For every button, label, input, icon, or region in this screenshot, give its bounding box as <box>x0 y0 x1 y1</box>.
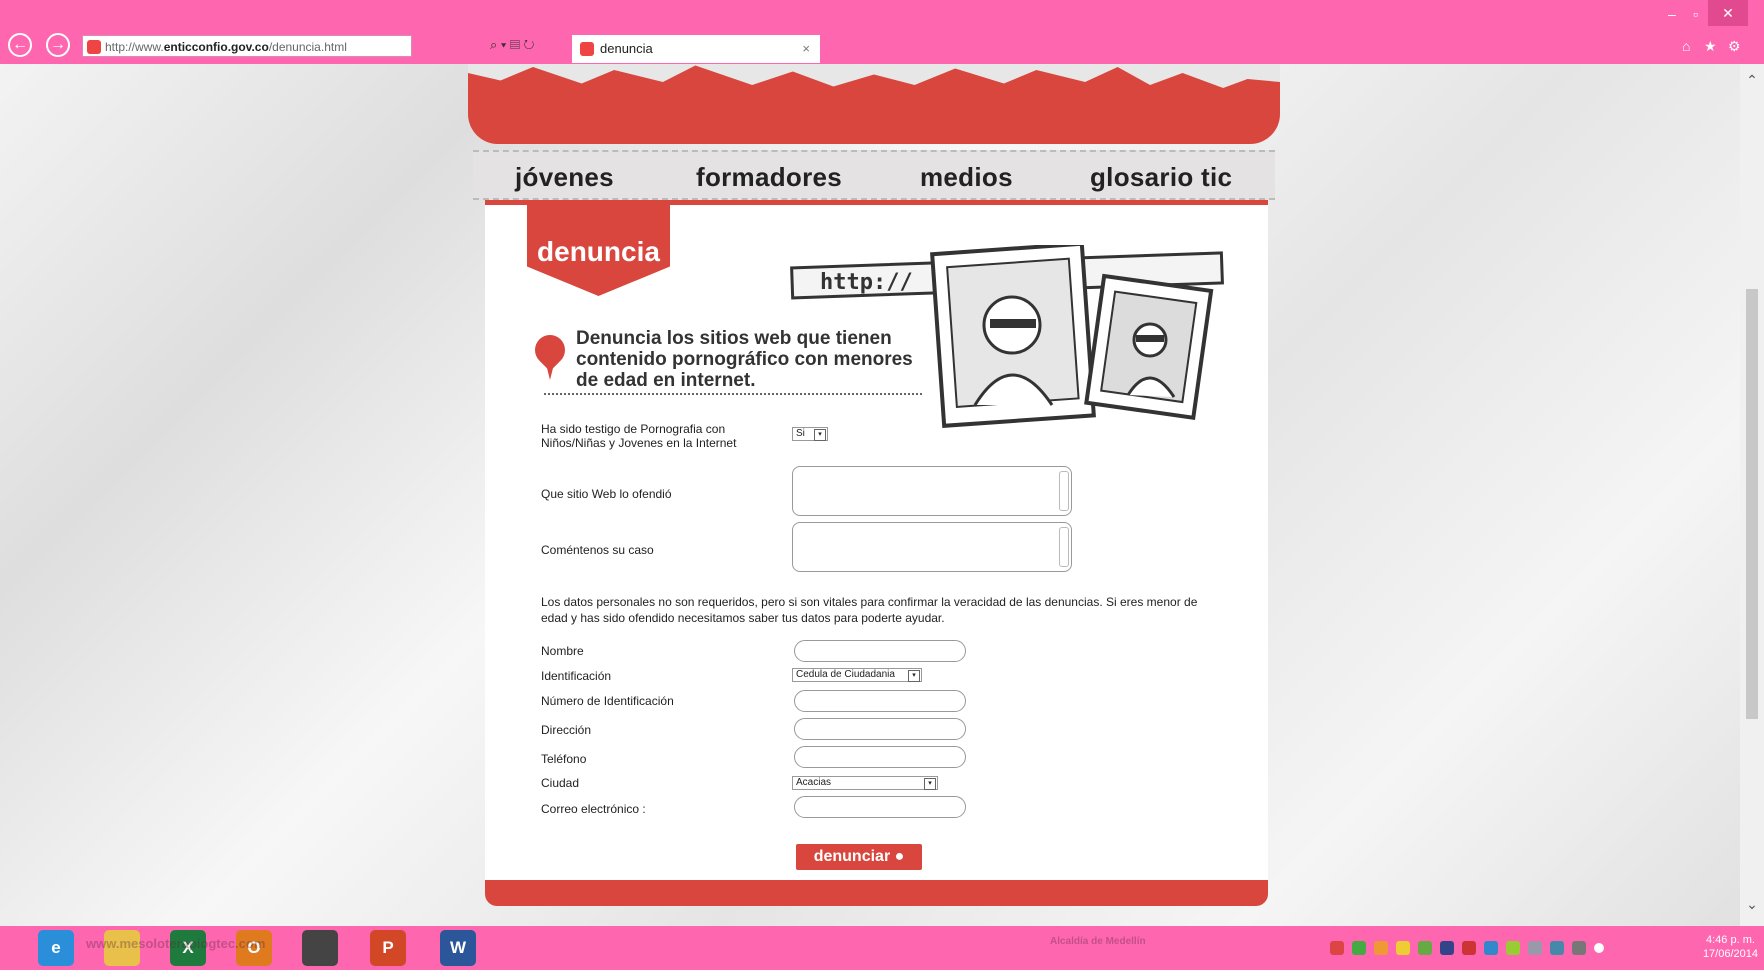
city-skyline-header <box>468 64 1280 144</box>
witness-label: Ha sido testigo de Pornografia con Niños… <box>541 422 737 450</box>
site-favicon-icon <box>87 40 101 54</box>
id-number-label: Número de Identificación <box>541 694 674 708</box>
scroll-down-icon[interactable]: ⌄ <box>1740 896 1764 913</box>
submit-label: denunciar <box>813 848 891 865</box>
tray-icon[interactable] <box>1330 941 1344 955</box>
nav-glosario-tic[interactable]: glosario tic <box>1090 162 1232 193</box>
url-prefix: http://www. <box>105 40 164 54</box>
word-taskbar-icon[interactable]: W <box>440 930 476 966</box>
skyline-silhouette <box>468 64 1280 88</box>
textarea-scrollbar[interactable] <box>1059 471 1069 511</box>
email-input[interactable] <box>794 796 966 818</box>
id-type-value: Cedula de Ciudadania <box>796 669 895 680</box>
favorites-star-icon[interactable]: ★ <box>1704 38 1717 55</box>
close-window-button[interactable]: ✕ <box>1708 0 1748 26</box>
tab-close-icon[interactable]: × <box>802 35 810 63</box>
back-button[interactable]: ← <box>8 33 32 57</box>
minimize-button[interactable]: – <box>1668 6 1676 22</box>
url-path: /denuncia.html <box>268 40 347 54</box>
privacy-notice: Los datos personales no son requeridos, … <box>541 595 1198 625</box>
main-navigation: jóvenes formadores medios glosario tic <box>473 150 1275 200</box>
address-input[interactable] <box>794 718 966 740</box>
nav-formadores[interactable]: formadores <box>696 162 842 193</box>
url-domain: enticconfio.gov.co <box>163 40 269 54</box>
home-icon[interactable]: ⌂ <box>1682 38 1690 54</box>
textarea-scrollbar[interactable] <box>1059 527 1069 567</box>
intro-text: Denuncia los sitios web que tienen conte… <box>576 328 913 391</box>
address-bar[interactable]: http://www.enticconfio.gov.co/denuncia.h… <box>82 35 412 57</box>
network-icon[interactable] <box>1572 941 1586 955</box>
name-input[interactable] <box>794 640 966 662</box>
faint-logo-text: Alcaldía de Medellín <box>1050 936 1146 947</box>
clock-date: 17/06/2014 <box>1702 948 1758 960</box>
vertical-scrollbar[interactable]: ⌃ ⌄ <box>1740 64 1764 926</box>
phone-input[interactable] <box>794 746 966 768</box>
submit-button[interactable]: denunciar ● <box>796 844 922 870</box>
id-type-select[interactable]: Cedula de Ciudadania ▾ <box>792 668 922 682</box>
volume-icon[interactable] <box>1594 943 1604 953</box>
nav-medios[interactable]: medios <box>920 162 1013 193</box>
chevron-down-icon: ▾ <box>908 670 920 682</box>
tray-icon[interactable] <box>1550 941 1564 955</box>
tab-denuncia[interactable]: denuncia × <box>572 35 820 63</box>
email-label: Correo electrónico : <box>541 802 646 816</box>
tab-favicon-icon <box>580 42 594 56</box>
chevron-down-icon: ▾ <box>814 429 826 441</box>
intro-divider <box>544 393 922 395</box>
clock-time: 4:46 p. m. <box>1706 934 1755 946</box>
witness-select[interactable]: Si ▾ <box>792 427 828 441</box>
system-clock[interactable]: 4:46 p. m. 17/06/2014 <box>1703 933 1758 961</box>
address-label: Dirección <box>541 723 592 737</box>
city-value: Acacias <box>796 777 832 788</box>
tab-title: denuncia <box>600 41 653 56</box>
illustration-url-text: http:// <box>820 270 913 295</box>
id-type-label: Identificación <box>541 669 612 683</box>
tray-icon[interactable] <box>1396 941 1410 955</box>
forward-button[interactable]: → <box>46 33 70 57</box>
arrow-icon: ● <box>894 848 905 865</box>
section-title: denuncia <box>537 236 660 267</box>
powerpoint-taskbar-icon[interactable]: P <box>370 930 406 966</box>
tray-icon[interactable] <box>1418 941 1432 955</box>
phone-label: Teléfono <box>541 752 587 766</box>
tray-icon[interactable] <box>1352 941 1366 955</box>
city-label: Ciudad <box>541 776 580 790</box>
offending-site-textarea[interactable] <box>792 466 1072 516</box>
search-refresh-icons[interactable]: ⌕ ▾ ▤ ↻ <box>490 37 534 53</box>
card-footer <box>485 880 1268 906</box>
site-label: Que sitio Web lo ofendió <box>541 487 672 501</box>
nav-jovenes[interactable]: jóvenes <box>515 162 614 193</box>
browser-toolbar: ← → http://www.enticconfio.gov.co/denunc… <box>0 0 1764 64</box>
tray-icon[interactable] <box>1440 941 1454 955</box>
city-select[interactable]: Acacias ▾ <box>792 776 938 790</box>
tray-icon[interactable] <box>1462 941 1476 955</box>
scroll-up-icon[interactable]: ⌃ <box>1740 72 1764 89</box>
tray-icon[interactable] <box>1484 941 1498 955</box>
id-number-input[interactable] <box>794 690 966 712</box>
tray-icon[interactable] <box>1374 941 1388 955</box>
name-label: Nombre <box>541 644 584 658</box>
tray-icon[interactable] <box>1528 941 1542 955</box>
ie-taskbar-icon[interactable]: e <box>38 930 74 966</box>
settings-gear-icon[interactable]: ⚙ <box>1728 38 1741 55</box>
case-label: Coméntenos su caso <box>541 543 654 557</box>
restore-button[interactable]: ▫ <box>1693 6 1698 22</box>
app-taskbar-icon[interactable] <box>302 930 338 966</box>
chevron-down-icon: ▾ <box>924 778 936 790</box>
taskbar: e X O P W www.mesoloterapiogtec.com Alca… <box>0 926 1764 970</box>
case-comment-textarea[interactable] <box>792 522 1072 572</box>
faint-background-url: www.mesoloterapiogtec.com <box>86 936 266 951</box>
scroll-thumb[interactable] <box>1746 289 1758 719</box>
tray-icon[interactable] <box>1506 941 1520 955</box>
witness-select-value: Si <box>796 428 805 439</box>
